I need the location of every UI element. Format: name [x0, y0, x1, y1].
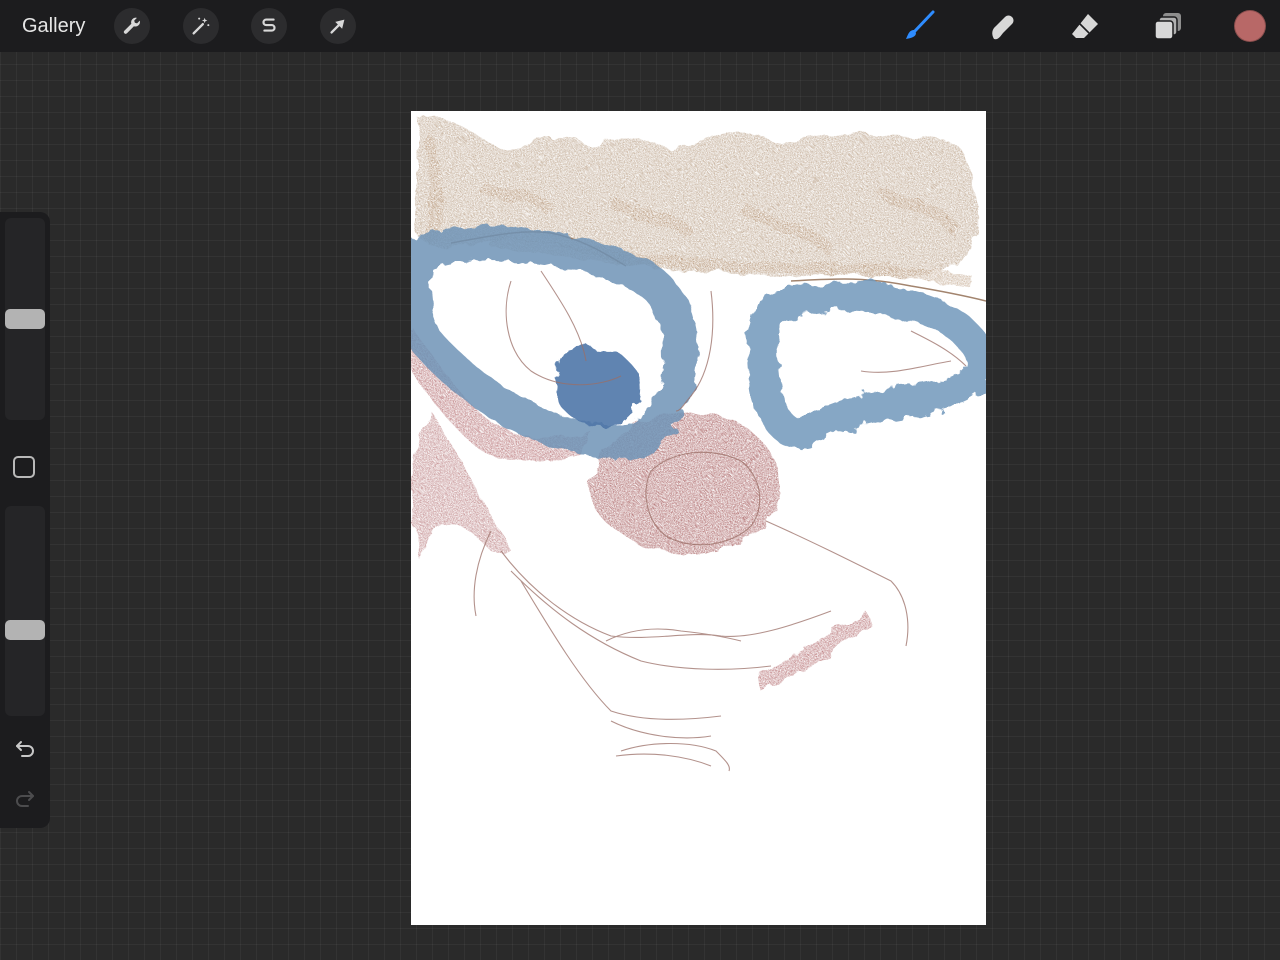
modify-button[interactable]	[13, 456, 35, 478]
top-toolbar: Gallery	[0, 0, 1280, 52]
smudge-finger-icon	[992, 15, 1014, 40]
undo-icon	[16, 741, 34, 757]
brush-button[interactable]	[901, 7, 939, 45]
brush-size-slider[interactable]	[5, 218, 45, 420]
wrench-icon	[123, 17, 140, 34]
eraser-icon	[1072, 14, 1098, 38]
layers-icon	[1154, 13, 1181, 40]
undo-button[interactable]	[11, 734, 39, 762]
color-picker-button[interactable]	[1234, 10, 1266, 42]
layers-button[interactable]	[1149, 7, 1187, 45]
transform-button[interactable]	[320, 8, 356, 44]
brush-size-thumb[interactable]	[5, 309, 45, 329]
eraser-button[interactable]	[1066, 7, 1104, 45]
selection-s-icon	[262, 18, 276, 32]
arrow-cursor-icon	[330, 19, 345, 34]
magic-wand-icon	[192, 17, 210, 35]
redo-button[interactable]	[11, 784, 39, 812]
actions-button[interactable]	[114, 8, 150, 44]
gallery-button[interactable]: Gallery	[22, 13, 85, 39]
brush-icon	[906, 10, 935, 39]
adjustments-button[interactable]	[183, 8, 219, 44]
opacity-thumb[interactable]	[5, 620, 45, 640]
opacity-slider[interactable]	[5, 506, 45, 716]
sketch-artwork	[411, 116, 986, 772]
left-sidebar	[0, 212, 50, 828]
drawing-canvas[interactable]	[411, 111, 986, 925]
smudge-button[interactable]	[983, 7, 1021, 45]
selection-button[interactable]	[251, 8, 287, 44]
redo-icon	[16, 791, 34, 807]
